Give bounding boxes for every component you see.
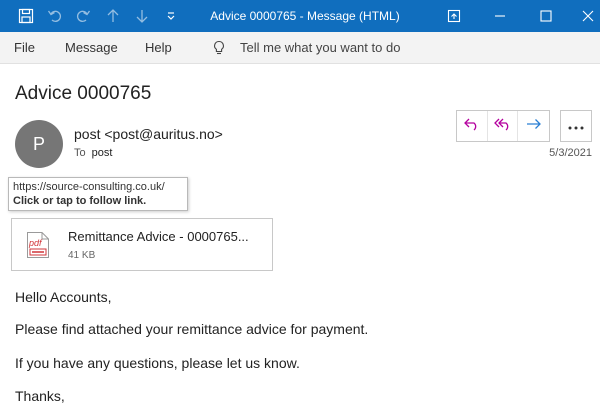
svg-text:pdf: pdf xyxy=(28,238,43,248)
forward-button[interactable] xyxy=(518,111,549,141)
link-tooltip: https://source-consulting.co.uk/ Click o… xyxy=(8,177,188,211)
arrow-up-icon[interactable] xyxy=(103,0,123,32)
menu-message[interactable]: Message xyxy=(65,32,118,64)
more-icon xyxy=(568,117,584,135)
forward-icon xyxy=(525,116,543,137)
restore-window-icon[interactable] xyxy=(442,0,466,32)
message-date: 5/3/2021 xyxy=(549,147,592,159)
body-line: Thanks, xyxy=(15,388,65,404)
reply-icon xyxy=(463,116,481,137)
avatar: P xyxy=(15,120,63,168)
sender-address[interactable]: post <post@auritus.no> xyxy=(74,126,223,142)
body-line: Please find attached your remittance adv… xyxy=(15,321,369,337)
title-bar: Advice 0000765 - Message (HTML) xyxy=(0,0,600,32)
redo-icon[interactable] xyxy=(72,0,94,32)
maximize-icon[interactable] xyxy=(534,0,558,32)
menu-help[interactable]: Help xyxy=(145,32,172,64)
menu-file[interactable]: File xyxy=(14,32,35,64)
attachment-card[interactable]: pdf Remittance Advice - 0000765... 41 KB xyxy=(11,218,273,271)
message-subject: Advice 0000765 xyxy=(15,83,152,104)
body-line: If you have any questions, please let us… xyxy=(15,355,300,371)
reply-button[interactable] xyxy=(457,111,488,141)
body-line: Hello Accounts, xyxy=(15,289,112,305)
attachment-size: 41 KB xyxy=(68,250,96,261)
tell-me-search[interactable]: Tell me what you want to do xyxy=(240,32,400,64)
tooltip-hint: Click or tap to follow link. xyxy=(13,195,147,207)
arrow-down-icon[interactable] xyxy=(132,0,152,32)
pdf-file-icon: pdf xyxy=(26,231,50,264)
recipient-name[interactable]: post xyxy=(92,147,113,159)
tooltip-url: https://source-consulting.co.uk/ xyxy=(13,181,165,193)
reply-all-button[interactable] xyxy=(488,111,519,141)
to-label: To xyxy=(74,147,86,159)
close-icon[interactable] xyxy=(576,0,600,32)
recipient-row: To post xyxy=(74,147,112,159)
reply-all-icon xyxy=(493,116,512,137)
save-icon[interactable] xyxy=(14,0,38,32)
more-actions-button[interactable] xyxy=(560,110,592,142)
customize-toolbar-icon[interactable] xyxy=(162,0,180,32)
attachment-name: Remittance Advice - 0000765... xyxy=(68,229,249,244)
menu-bar: File Message Help Tell me what you want … xyxy=(0,32,600,64)
minimize-icon[interactable] xyxy=(488,0,512,32)
undo-icon[interactable] xyxy=(44,0,66,32)
lightbulb-icon xyxy=(210,32,228,64)
response-actions xyxy=(456,110,550,142)
